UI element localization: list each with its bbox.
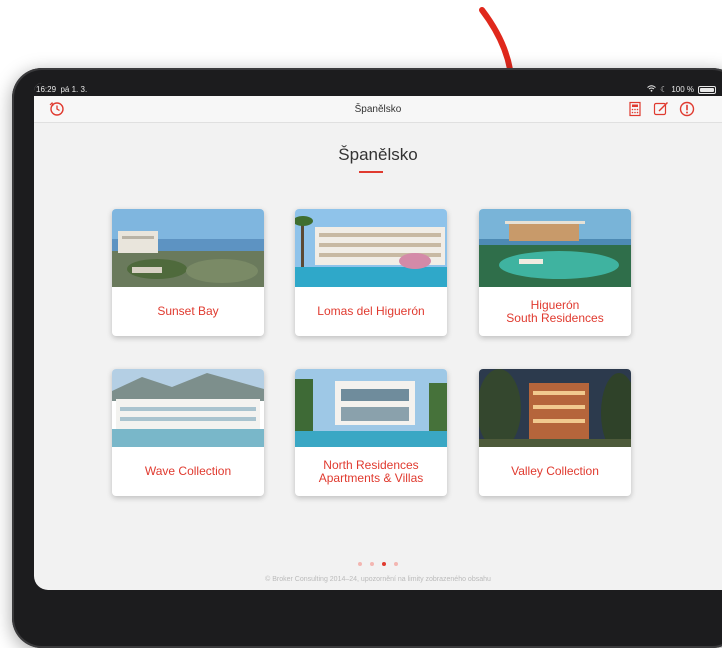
nav-title: Španělsko — [354, 103, 402, 115]
status-time-date: 16:29 pá 1. 3. — [36, 85, 87, 94]
nav-actions — [626, 100, 696, 118]
page-dot[interactable] — [358, 562, 362, 566]
alert-icon[interactable] — [678, 100, 696, 118]
page-indicator — [34, 562, 722, 566]
heading-underline — [359, 171, 383, 173]
project-card-north-residences[interactable]: North Residences Apartments & Villas — [295, 369, 447, 496]
page-dot[interactable] — [370, 562, 374, 566]
page-heading: Španělsko — [338, 145, 418, 164]
status-indicators: ☾ 100 % — [647, 85, 716, 94]
refresh-clock-icon[interactable] — [48, 100, 66, 118]
project-image — [479, 369, 631, 447]
project-image — [295, 369, 447, 447]
project-label: Sunset Bay — [157, 304, 219, 318]
project-label: Wave Collection — [144, 464, 232, 478]
project-label: Lomas del Higuerón — [317, 304, 425, 318]
project-label: Higuerón South Residences — [506, 297, 604, 325]
app-screen: 16:29 pá 1. 3. ☾ 100 % Španělsko Španěls… — [34, 83, 722, 590]
battery-icon — [698, 85, 716, 94]
wifi-icon — [647, 85, 656, 94]
project-card-wave-collection[interactable]: Wave Collection — [112, 369, 264, 496]
project-card-lomas-del-higueron[interactable]: Lomas del Higuerón — [295, 209, 447, 336]
page-dot-active[interactable] — [382, 562, 386, 566]
project-card-valley-collection[interactable]: Valley Collection — [479, 369, 631, 496]
project-card-sunset-bay[interactable]: Sunset Bay — [112, 209, 264, 336]
project-image — [112, 209, 264, 287]
project-card-higueron-south-residences[interactable]: Higuerón South Residences — [479, 209, 631, 336]
status-bar: 16:29 pá 1. 3. ☾ 100 % — [34, 83, 722, 96]
nav-bar: Španělsko — [34, 96, 722, 123]
footer-text[interactable]: © Broker Consulting 2014–24, upozornění … — [34, 576, 722, 583]
project-image — [479, 209, 631, 287]
page-dot[interactable] — [394, 562, 398, 566]
calculator-icon[interactable] — [626, 100, 644, 118]
battery-percent: 100 % — [671, 85, 694, 94]
project-label: North Residences Apartments & Villas — [318, 457, 424, 485]
project-label: Valley Collection — [511, 464, 599, 478]
status-date: pá 1. 3. — [60, 85, 88, 94]
project-image — [295, 209, 447, 287]
moon-icon: ☾ — [660, 85, 668, 94]
status-time: 16:29 — [36, 85, 57, 94]
project-image — [112, 369, 264, 447]
edit-icon[interactable] — [652, 100, 670, 118]
